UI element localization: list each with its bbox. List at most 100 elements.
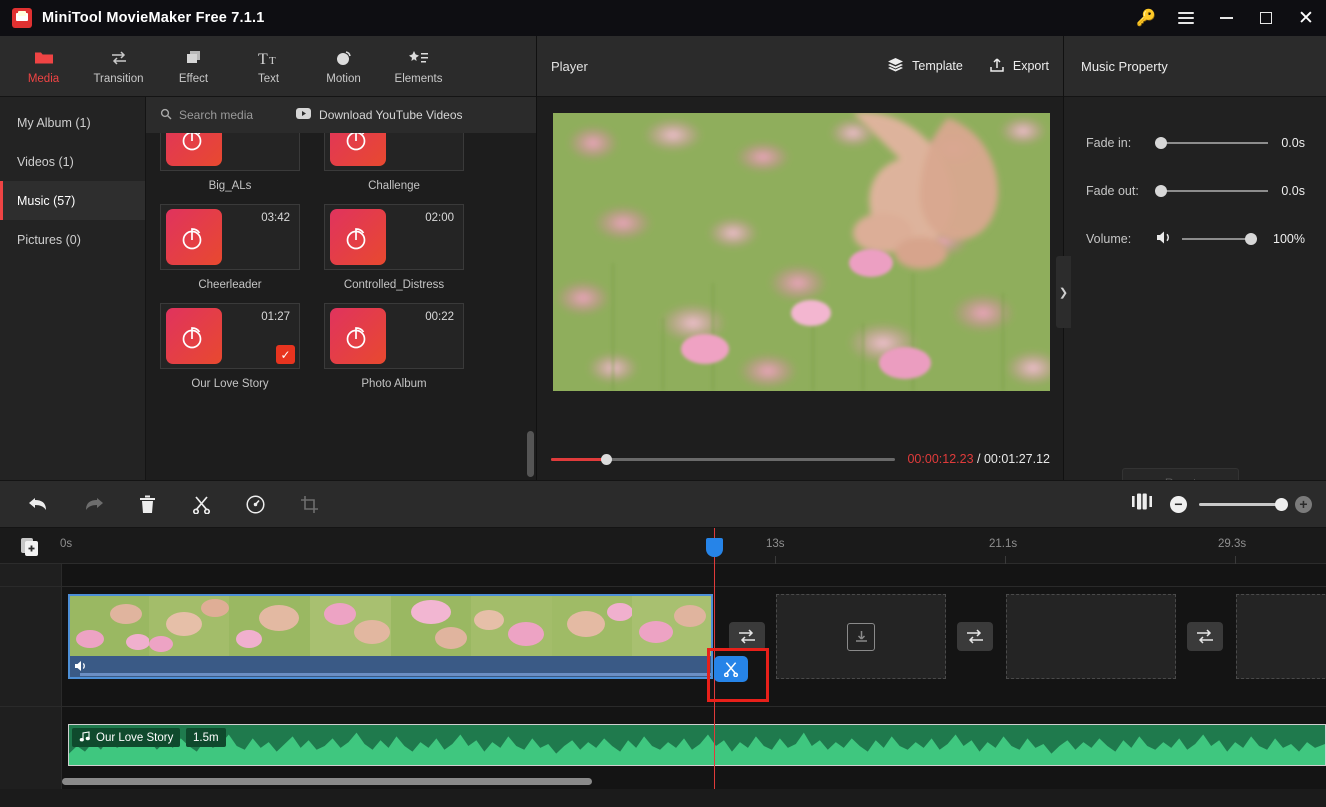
fade-out-slider[interactable] bbox=[1155, 185, 1268, 197]
elements-icon bbox=[408, 48, 430, 68]
tab-motion[interactable]: Motion bbox=[306, 37, 381, 95]
video-frame bbox=[551, 594, 633, 656]
delete-button[interactable] bbox=[120, 480, 174, 528]
player-header: Player Template Export bbox=[537, 36, 1063, 97]
media-thumbnail[interactable]: 01:57 bbox=[160, 133, 300, 171]
timeline-split-button[interactable] bbox=[714, 656, 748, 682]
ruler-tick-29: 29.3s bbox=[1218, 538, 1247, 550]
download-youtube-button[interactable]: Download YouTube Videos bbox=[296, 108, 463, 122]
close-icon[interactable]: ✕ bbox=[1286, 0, 1326, 36]
text-icon: T T bbox=[258, 48, 280, 68]
search-input[interactable]: Search media bbox=[160, 108, 253, 123]
tab-elements[interactable]: Elements bbox=[381, 37, 456, 95]
tab-text-label: Text bbox=[257, 72, 280, 85]
checkmark-icon[interactable]: ✓ bbox=[276, 345, 295, 364]
menu-icon[interactable] bbox=[1166, 0, 1206, 36]
music-note-icon bbox=[79, 730, 90, 745]
sidebar-item-label: My Album (1) bbox=[17, 115, 91, 130]
ruler-tick-13: 13s bbox=[766, 538, 785, 550]
audio-clip[interactable]: Our Love Story 1.5m bbox=[68, 724, 1326, 766]
zoom-out-button[interactable]: − bbox=[1170, 495, 1187, 513]
transition-icon bbox=[109, 48, 129, 68]
media-item-selected[interactable]: 01:27 ✓ Our Love Story bbox=[160, 303, 300, 390]
media-item[interactable]: 01:57 Big_ALs bbox=[160, 133, 300, 192]
tab-effect[interactable]: Effect bbox=[156, 37, 231, 95]
video-frame bbox=[229, 594, 310, 656]
volume-slider[interactable] bbox=[1182, 233, 1257, 245]
seek-fill bbox=[551, 457, 607, 461]
volume-icon[interactable] bbox=[1156, 230, 1173, 248]
transition-button[interactable] bbox=[957, 622, 993, 651]
transition-button[interactable] bbox=[1187, 622, 1223, 651]
minimize-icon[interactable] bbox=[1206, 0, 1246, 36]
fade-out-handle[interactable] bbox=[1155, 185, 1167, 197]
video-clip[interactable] bbox=[68, 594, 713, 679]
transition-button[interactable] bbox=[729, 622, 765, 651]
media-thumbnail[interactable]: 01:27 ✓ bbox=[160, 303, 300, 369]
undo-button[interactable] bbox=[12, 480, 66, 528]
clip-placeholder[interactable] bbox=[1236, 594, 1326, 679]
tab-elements-label: Elements bbox=[394, 72, 443, 85]
clip-placeholder[interactable] bbox=[776, 594, 946, 679]
music-note-icon bbox=[330, 308, 386, 364]
timeline-ruler[interactable]: 0s 13s 21.1s 29.3s bbox=[0, 528, 1326, 564]
media-item[interactable]: 02:00 Controlled_Distress bbox=[324, 204, 464, 291]
property-panel-title: Music Property bbox=[1064, 36, 1326, 97]
crop-button[interactable] bbox=[282, 480, 336, 528]
sidebar-item-pictures[interactable]: Pictures (0) bbox=[0, 220, 145, 259]
media-panel-header: Search media Download YouTube Videos bbox=[146, 97, 536, 133]
zoom-handle[interactable] bbox=[1275, 497, 1288, 511]
tab-media[interactable]: Media bbox=[6, 37, 81, 95]
split-view-icon[interactable] bbox=[1132, 493, 1152, 515]
property-row-volume: Volume: 100% bbox=[1064, 215, 1326, 263]
export-button[interactable]: Export bbox=[989, 57, 1049, 76]
music-note-icon bbox=[166, 209, 222, 265]
speed-button[interactable] bbox=[228, 480, 282, 528]
ruler-gridline bbox=[1235, 556, 1236, 564]
sidebar-item-my-album[interactable]: My Album (1) bbox=[0, 103, 145, 142]
media-scrollbar[interactable] bbox=[527, 431, 534, 477]
audio-clip-duration: 1.5m bbox=[186, 728, 226, 747]
seek-slider[interactable] bbox=[551, 453, 896, 465]
clip-placeholder[interactable] bbox=[1006, 594, 1176, 679]
sidebar-item-music[interactable]: Music (57) bbox=[0, 181, 145, 220]
playhead-marker[interactable] bbox=[706, 538, 723, 557]
tab-effect-label: Effect bbox=[178, 72, 209, 85]
app-logo-icon bbox=[12, 8, 32, 28]
svg-text:T: T bbox=[258, 51, 268, 66]
media-item[interactable]: 03:42 Cheerleader bbox=[160, 204, 300, 291]
download-placeholder-icon bbox=[847, 622, 875, 651]
player-seek-row: 00:00:12.23 / 00:01:27.12 bbox=[537, 445, 1064, 473]
tab-text[interactable]: T T Text bbox=[231, 37, 306, 95]
main-toolbar: Media Transition Effect T T Text Motion … bbox=[0, 36, 536, 97]
fade-out-label: Fade out: bbox=[1086, 184, 1139, 198]
redo-button[interactable] bbox=[66, 480, 120, 528]
fade-in-slider[interactable] bbox=[1155, 137, 1268, 149]
timeline-horizontal-scrollbar[interactable] bbox=[62, 778, 592, 785]
template-button[interactable]: Template bbox=[887, 57, 963, 75]
split-button[interactable] bbox=[174, 480, 228, 528]
zoom-in-button[interactable]: + bbox=[1295, 495, 1312, 513]
tab-transition[interactable]: Transition bbox=[81, 37, 156, 95]
clip-audio-strip[interactable] bbox=[68, 656, 713, 679]
collapse-panel-button[interactable]: ❯ bbox=[1056, 256, 1071, 328]
media-thumbnail[interactable]: 03:42 bbox=[160, 204, 300, 270]
media-name: Big_ALs bbox=[208, 180, 252, 192]
zoom-slider[interactable] bbox=[1199, 497, 1288, 511]
fade-in-handle[interactable] bbox=[1155, 137, 1167, 149]
key-icon[interactable]: 🔑 bbox=[1126, 0, 1166, 36]
ruler-gridline bbox=[775, 556, 776, 564]
maximize-icon[interactable] bbox=[1246, 0, 1286, 36]
seek-handle[interactable] bbox=[601, 453, 613, 465]
media-item[interactable]: 01:05 Challenge bbox=[324, 133, 464, 192]
sidebar-item-videos[interactable]: Videos (1) bbox=[0, 142, 145, 181]
volume-handle[interactable] bbox=[1245, 233, 1257, 245]
video-frame bbox=[632, 594, 713, 656]
media-thumbnail[interactable]: 00:22 bbox=[324, 303, 464, 369]
media-item[interactable]: 00:22 Photo Album bbox=[324, 303, 464, 390]
media-thumbnail[interactable]: 02:00 bbox=[324, 204, 464, 270]
media-thumbnail[interactable]: 01:05 bbox=[324, 133, 464, 171]
video-preview[interactable] bbox=[553, 113, 1050, 391]
add-media-icon[interactable] bbox=[20, 536, 42, 558]
download-youtube-label: Download YouTube Videos bbox=[319, 108, 463, 122]
